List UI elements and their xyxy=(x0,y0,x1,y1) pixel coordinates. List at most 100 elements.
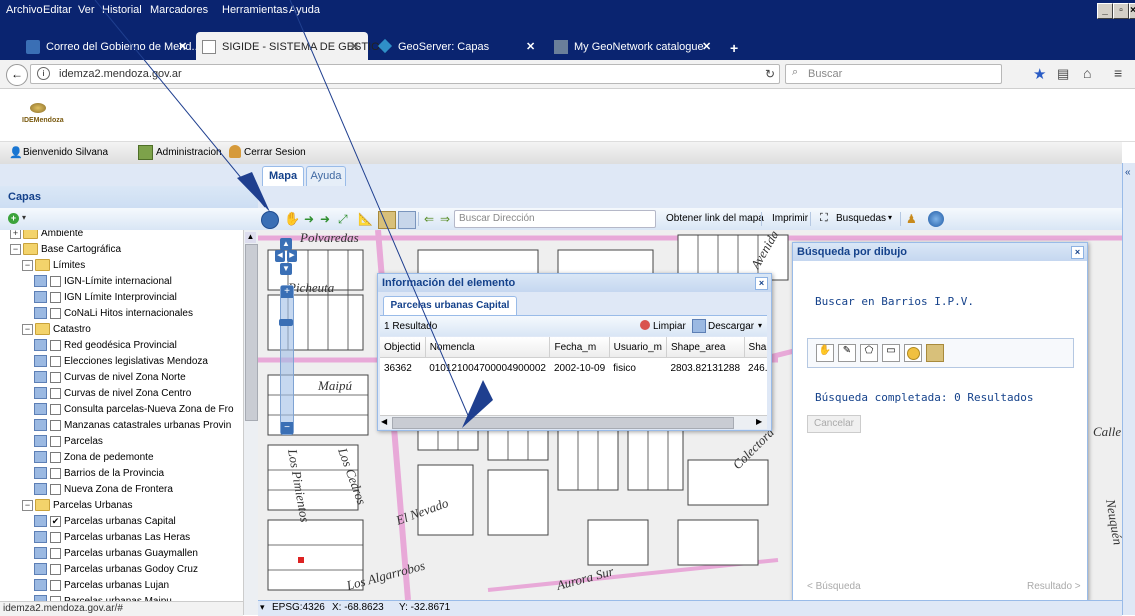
draw-rectangle-icon[interactable]: ▭ xyxy=(882,344,900,362)
pan-hand-icon[interactable]: ✋ xyxy=(284,211,300,227)
search-field[interactable]: ⌕ Buscar xyxy=(785,64,1002,84)
tree-layer[interactable]: Manzanas catastrales urbanas Provin xyxy=(34,418,231,434)
grid-icon[interactable] xyxy=(398,211,416,229)
tab-geoserver[interactable]: GeoServer: Capas ✕ xyxy=(372,32,544,60)
url-field[interactable]: i idemza2.mendoza.gov.ar ↻ xyxy=(30,64,780,84)
scroll-up-icon[interactable]: ▲ xyxy=(245,232,256,243)
prev-search-button[interactable]: < Búsqueda xyxy=(807,581,861,592)
menu-archivo[interactable]: Archivo xyxy=(6,4,43,16)
layer-checkbox[interactable] xyxy=(50,291,61,303)
zoom-minus-icon[interactable]: − xyxy=(281,422,293,434)
tree-layer[interactable]: Barrios de la Provincia xyxy=(34,466,164,482)
tab-mapa[interactable]: Mapa xyxy=(262,166,304,186)
busquedas-menu[interactable]: Busquedas xyxy=(836,213,886,224)
scroll-thumb[interactable] xyxy=(245,244,258,421)
chevron-down-icon[interactable]: ▾ xyxy=(260,602,265,613)
close-icon[interactable]: × xyxy=(755,277,768,290)
minimize-button[interactable]: _ xyxy=(1097,3,1113,19)
reload-icon[interactable]: ↻ xyxy=(765,67,775,81)
table-row[interactable]: 36362 01012100470000490000​2 2002-10-09 fis… xyxy=(380,358,767,379)
pan-west-icon[interactable]: ◀ xyxy=(275,250,285,262)
tab-correo[interactable]: Correo del Gobierno de Mend... ✕ xyxy=(20,32,201,60)
close-icon[interactable]: × xyxy=(1071,246,1084,259)
tab-geonetwork[interactable]: My GeoNetwork catalogue ✕ xyxy=(548,32,720,60)
restore-button[interactable]: ▫ xyxy=(1113,3,1129,19)
layer-checkbox[interactable] xyxy=(50,371,61,383)
close-tab-icon[interactable]: ✕ xyxy=(178,40,187,53)
bookmark-star-icon[interactable]: ★ xyxy=(1033,65,1046,83)
tree-layer[interactable]: Parcelas urbanas Lujan xyxy=(34,578,169,594)
chevron-down-icon[interactable]: ▾ xyxy=(22,213,26,222)
scroll-right-icon[interactable]: ▶ xyxy=(756,417,762,426)
layer-checkbox[interactable] xyxy=(50,355,61,367)
window-title[interactable]: Información del elemento × xyxy=(378,274,771,292)
column-header[interactable]: Shape_area xyxy=(666,337,745,358)
zoom-out-icon[interactable]: ➜ xyxy=(320,211,336,227)
column-header[interactable]: Shape xyxy=(744,337,767,358)
close-window-button[interactable]: × xyxy=(1129,3,1135,19)
chevron-down-icon[interactable]: ▾ xyxy=(888,213,892,222)
layer-checkbox[interactable] xyxy=(50,483,61,495)
layer-checkbox[interactable] xyxy=(50,387,61,399)
add-layer-icon[interactable]: + xyxy=(8,213,19,224)
tree-layer[interactable]: Parcelas urbanas Guaymallen xyxy=(34,546,198,562)
clear-button[interactable]: Limpiar xyxy=(653,321,686,332)
zoom-extent-icon[interactable]: ⤢ xyxy=(338,211,354,227)
zoom-in-icon[interactable]: ➜ xyxy=(304,211,320,227)
layer-checkbox[interactable] xyxy=(50,563,61,575)
logout-link[interactable]: Cerrar Sesion xyxy=(244,147,306,158)
tree-folder[interactable]: − Límites xyxy=(22,258,85,274)
expand-toggle-icon[interactable]: − xyxy=(22,259,33,271)
tree-folder[interactable]: − Base Cartográfica xyxy=(10,242,121,258)
expand-toggle-icon[interactable]: − xyxy=(10,243,21,255)
expand-toggle-icon[interactable]: − xyxy=(22,323,33,335)
layer-checkbox[interactable] xyxy=(50,435,61,447)
window-title[interactable]: Búsqueda por dibujo × xyxy=(793,243,1087,261)
tree-layer[interactable]: Red geodésica Provincial xyxy=(34,338,177,354)
tree-layer[interactable]: Zona de pedemonte xyxy=(34,450,154,466)
history-back-icon[interactable]: ⇐ xyxy=(424,211,440,227)
tree-layer[interactable]: Consulta parcelas-Nueva Zona de Fro xyxy=(34,402,234,418)
info-icon[interactable]: i xyxy=(37,67,50,80)
menu-hamburger-icon[interactable]: ≡ xyxy=(1114,65,1122,81)
zoom-plus-icon[interactable]: + xyxy=(281,286,293,298)
measure-icon[interactable]: 📐 xyxy=(358,211,374,227)
logo[interactable]: IDEMendoza xyxy=(22,103,90,131)
layer-checkbox[interactable] xyxy=(50,339,61,351)
pan-control[interactable]: ▲ ◀ ▶ ▼ xyxy=(275,238,297,278)
layer-checkbox[interactable] xyxy=(50,531,61,543)
expand-icon[interactable]: « xyxy=(1125,167,1131,178)
admin-link[interactable]: Administracion xyxy=(156,147,222,158)
tab-ayuda[interactable]: Ayuda xyxy=(306,166,346,186)
column-header[interactable]: Usuario_m xyxy=(609,337,668,358)
chevron-down-icon[interactable]: ▾ xyxy=(758,321,762,330)
tree-layer[interactable]: Curvas de nivel Zona Norte xyxy=(34,370,186,386)
layer-checkbox[interactable]: ✔ xyxy=(50,515,61,527)
column-header[interactable]: Fecha_m xyxy=(549,337,610,358)
menu-herramientas[interactable]: Herramientas xyxy=(222,4,288,16)
h-scrollbar[interactable]: ◀ ▶ xyxy=(380,415,767,429)
home-icon[interactable]: ⌂ xyxy=(1083,65,1091,81)
layer-checkbox[interactable] xyxy=(50,467,61,479)
zoom-slider-thumb[interactable] xyxy=(279,319,293,326)
new-tab-button[interactable]: + xyxy=(726,32,746,60)
back-icon[interactable]: ← xyxy=(6,64,28,86)
layer-checkbox[interactable] xyxy=(50,451,61,463)
menu-ver[interactable]: Ver xyxy=(78,4,95,16)
close-tab-icon[interactable]: ✕ xyxy=(702,40,711,53)
tree-folder[interactable]: − Parcelas Urbanas xyxy=(22,498,132,514)
tree-folder[interactable]: − Catastro xyxy=(22,322,91,338)
tree-layer[interactable]: ✔ Parcelas urbanas Capital xyxy=(34,514,176,530)
menu-historial[interactable]: Historial xyxy=(102,4,142,16)
draw-polygon-icon[interactable]: ⬠ xyxy=(860,344,878,362)
draw-circle-icon[interactable] xyxy=(904,344,922,362)
tree-layer[interactable]: IGN-Límite internacional xyxy=(34,274,172,290)
scroll-thumb[interactable] xyxy=(392,417,734,429)
download-button[interactable]: Descargar xyxy=(708,321,754,332)
tree-scrollbar[interactable]: ▲ xyxy=(243,230,258,615)
tab-sigide[interactable]: SIGIDE - SISTEMA DE GESTIO... ✕ xyxy=(196,32,389,60)
column-header[interactable]: Nomencla xyxy=(425,337,551,358)
info-tool-icon[interactable] xyxy=(261,211,279,229)
person-icon[interactable]: ♟ xyxy=(906,211,922,227)
tree-layer[interactable]: Parcelas urbanas Las Heras xyxy=(34,530,190,546)
